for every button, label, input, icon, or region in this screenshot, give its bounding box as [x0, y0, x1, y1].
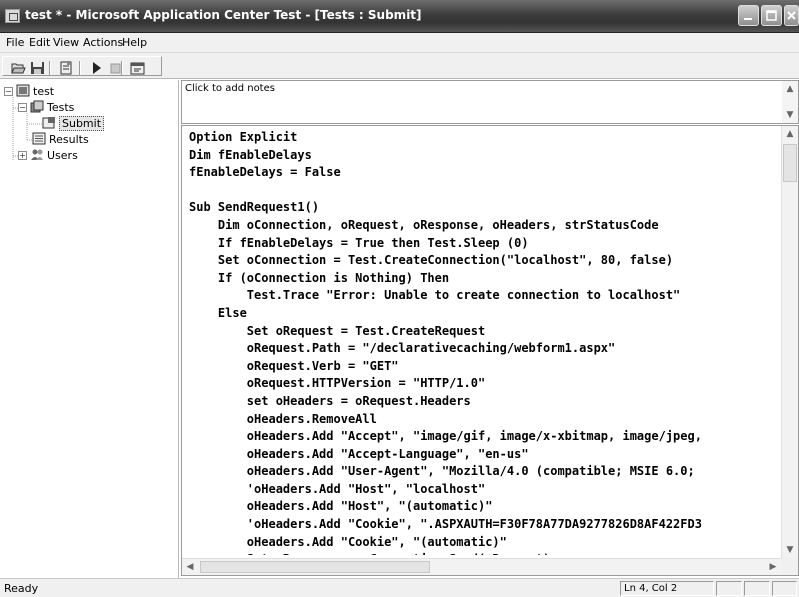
maximize-icon [766, 10, 777, 21]
code-line[interactable]: oRequest.HTTPVersion = "HTTP/1.0" [189, 375, 781, 393]
code-line[interactable]: oHeaders.RemoveAll [189, 411, 781, 429]
script-editor[interactable]: Option Explicit Dim fEnableDelays fEnableD… [181, 125, 799, 576]
scroll-right-icon[interactable]: ▶ [765, 559, 781, 575]
scroll-left-icon[interactable]: ◀ [182, 559, 198, 575]
tree-node-submit[interactable]: Submit [42, 116, 105, 132]
code-line[interactable]: fEnableDelays = False [189, 164, 781, 182]
code-line[interactable]: Dim oConnection, oRequest, oResponse, oH… [189, 217, 781, 235]
code-line[interactable]: oHeaders.Add "Accept", "image/gif, image… [189, 428, 781, 446]
tree-node-tests[interactable]: − Tests [18, 100, 74, 116]
menu-bar: File Edit View Actions Help [0, 33, 799, 53]
scrollbar-corner [781, 558, 798, 575]
toolbar-separator [49, 61, 51, 75]
code-line[interactable] [189, 182, 781, 200]
menu-actions[interactable]: Actions [83, 36, 123, 49]
tree-node-users[interactable]: + Users [18, 148, 78, 164]
save-button[interactable] [29, 60, 46, 76]
run-button[interactable] [88, 60, 105, 76]
tree-node-results[interactable]: Results [32, 132, 89, 148]
code-line[interactable]: Test.Trace "Error: Unable to create conn… [189, 287, 781, 305]
code-line[interactable]: oHeaders.Add "Accept-Language", "en-us" [189, 446, 781, 464]
code-line[interactable]: oRequest.Verb = "GET" [189, 358, 781, 376]
notes-field[interactable]: Click to add notes ▲ ▼ [181, 80, 799, 124]
status-panel [772, 581, 797, 596]
code-line[interactable]: Sub SendRequest1() [189, 199, 781, 217]
menu-help[interactable]: Help [122, 36, 147, 49]
menu-file[interactable]: File [6, 36, 24, 49]
toolbar [0, 53, 799, 79]
horizontal-scroll-thumb[interactable] [200, 561, 430, 573]
code-line[interactable]: oHeaders.Add "User-Agent", "Mozilla/4.0 … [189, 463, 781, 481]
properties-button[interactable] [129, 60, 146, 76]
new-test-icon [60, 61, 72, 75]
tests-folder-icon [30, 100, 44, 113]
open-button[interactable] [10, 60, 27, 76]
tree-node-label: test [33, 85, 55, 98]
status-panel [744, 581, 770, 596]
properties-icon [130, 62, 145, 75]
code-line[interactable]: Dim fEnableDelays [189, 147, 781, 165]
code-line[interactable]: If fEnableDelays = True then Test.Sleep … [189, 235, 781, 253]
menu-view[interactable]: View [53, 36, 79, 49]
vertical-scroll-thumb[interactable] [783, 144, 797, 182]
new-test-button[interactable] [58, 60, 75, 76]
open-icon [11, 63, 26, 74]
code-line[interactable]: Set oRequest = Test.CreateRequest [189, 323, 781, 341]
notes-scrollbar[interactable]: ▲ ▼ [782, 81, 798, 123]
minimize-icon [744, 18, 752, 20]
results-icon [32, 132, 46, 145]
status-bar: Ready Ln 4, Col 2 [0, 578, 799, 597]
test-script-icon [42, 116, 56, 129]
toolbar-separator [79, 61, 81, 75]
code-line[interactable]: oHeaders.Add "Host", "(automatic)" [189, 498, 781, 516]
menu-edit[interactable]: Edit [29, 36, 50, 49]
code-line[interactable]: Option Explicit [189, 129, 781, 147]
title-bar[interactable]: test * - Microsoft Application Center Te… [0, 0, 799, 33]
tree-node-label: Users [47, 149, 78, 162]
project-icon [16, 84, 30, 97]
code-line[interactable]: oRequest.Path = "/declarativecaching/web… [189, 340, 781, 358]
save-icon [31, 62, 44, 74]
code-line[interactable]: Else [189, 305, 781, 323]
collapse-icon[interactable]: − [4, 87, 13, 96]
scroll-up-icon[interactable]: ▲ [782, 126, 798, 142]
scroll-down-icon[interactable]: ▼ [782, 542, 798, 558]
editor-vertical-scrollbar[interactable]: ▲ ▼ [781, 126, 798, 558]
expand-icon[interactable]: + [18, 151, 27, 160]
cursor-position: Ln 4, Col 2 [620, 581, 714, 596]
tree-node-test[interactable]: − test [4, 84, 54, 100]
status-panel [716, 581, 742, 596]
tree-node-label: Tests [47, 101, 75, 114]
toolbar-separator [121, 61, 123, 75]
close-icon [787, 11, 796, 20]
code-line[interactable]: set oHeaders = oRequest.Headers [189, 393, 781, 411]
scroll-down-icon[interactable]: ▼ [782, 107, 798, 123]
test-tree[interactable]: − test − Tests Submit Results + Users [0, 80, 179, 578]
code-line[interactable]: 'oHeaders.Add "Host", "localhost" [189, 481, 781, 499]
tree-node-label: Submit [59, 116, 105, 131]
code-line[interactable]: Set oResponse = oConnection.Send(oReques… [189, 551, 781, 555]
maximize-button[interactable] [761, 5, 782, 26]
code-line[interactable]: 'oHeaders.Add "Cookie", ".ASPXAUTH=F30F7… [189, 516, 781, 534]
collapse-icon[interactable]: − [18, 103, 27, 112]
close-button[interactable] [784, 5, 799, 26]
code-line[interactable]: Set oConnection = Test.CreateConnection(… [189, 252, 781, 270]
app-icon[interactable] [5, 9, 20, 23]
notes-placeholder: Click to add notes [185, 83, 275, 94]
window-title: test * - Microsoft Application Center Te… [25, 8, 422, 22]
status-text: Ready [4, 582, 39, 595]
users-icon [30, 148, 44, 161]
scroll-up-icon[interactable]: ▲ [782, 81, 798, 97]
toolbar-strip [2, 56, 162, 76]
code-area[interactable]: Option Explicit Dim fEnableDelays fEnableD… [189, 129, 781, 555]
minimize-button[interactable] [738, 5, 759, 26]
code-line[interactable]: oHeaders.Add "Cookie", "(automatic)" [189, 534, 781, 552]
code-line[interactable]: If (oConnection is Nothing) Then [189, 270, 781, 288]
run-icon [93, 62, 101, 74]
tree-node-label: Results [49, 133, 89, 146]
editor-horizontal-scrollbar[interactable]: ◀ ▶ [182, 558, 781, 575]
